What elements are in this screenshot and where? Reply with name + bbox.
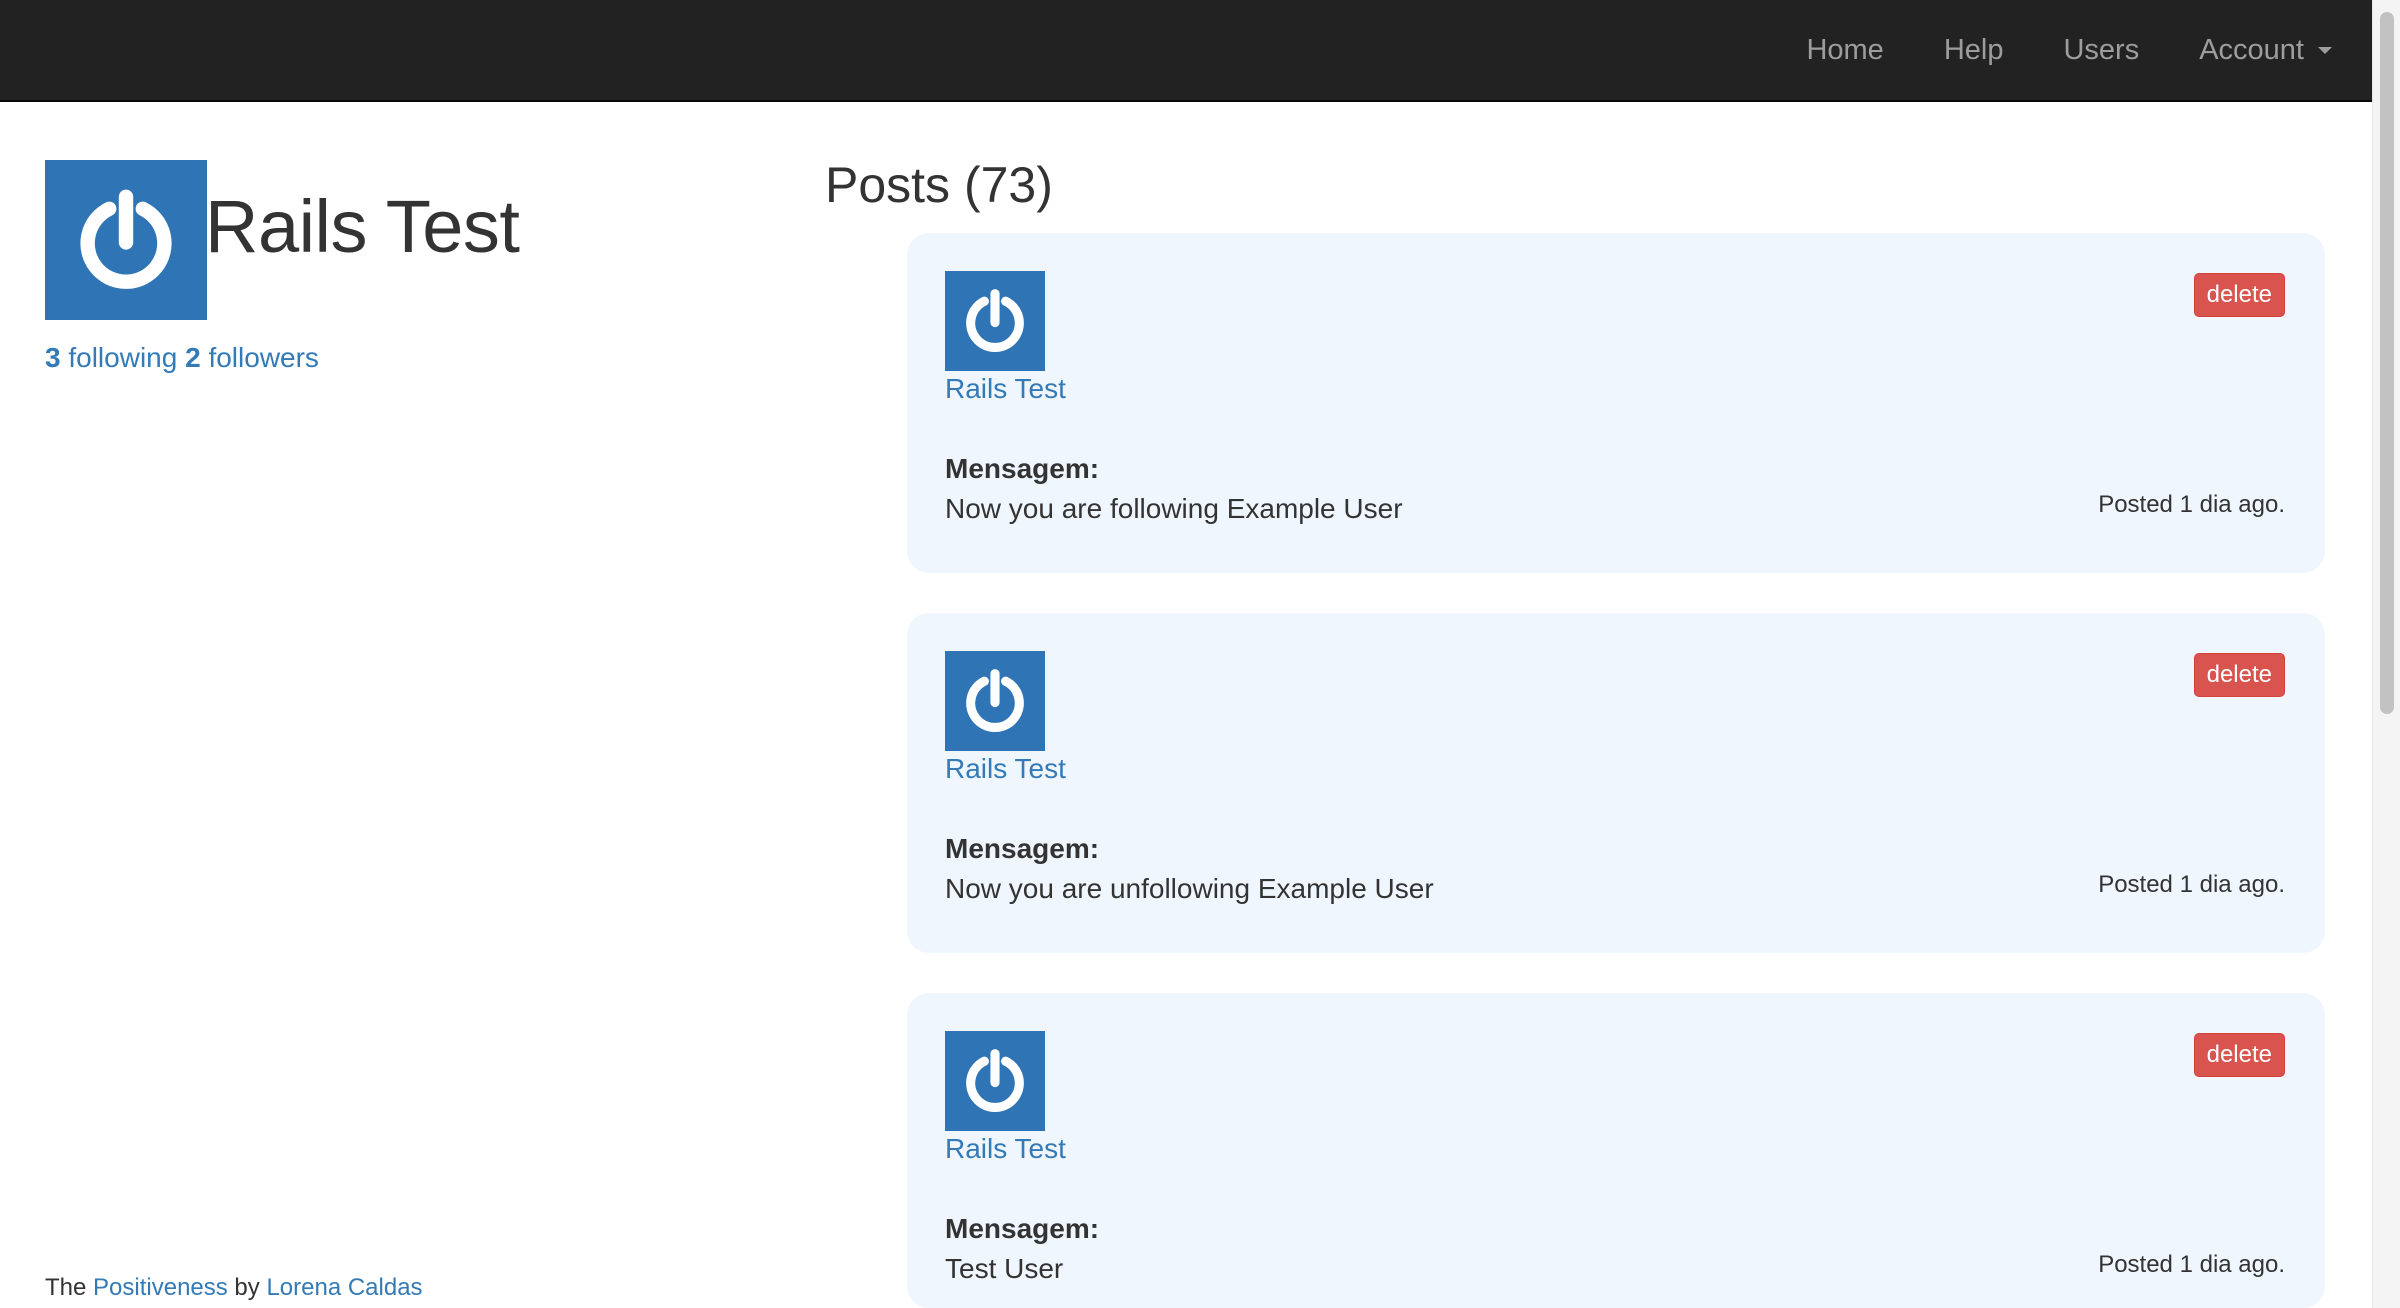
post-timestamp: Posted 1 dia ago. bbox=[2098, 871, 2285, 898]
post-avatar[interactable] bbox=[945, 271, 1045, 371]
followers-count: 2 bbox=[185, 342, 201, 373]
followers-label: followers bbox=[200, 342, 319, 373]
nav-help-link[interactable]: Help bbox=[1944, 34, 2004, 67]
footer-by: by bbox=[227, 1274, 267, 1301]
caret-down-icon bbox=[2318, 46, 2332, 54]
post-avatar[interactable] bbox=[945, 1031, 1045, 1131]
post-message: Now you are unfollowing Example User bbox=[945, 873, 1434, 904]
post-timestamp: Posted 1 dia ago. bbox=[2098, 1251, 2285, 1278]
post-author-link[interactable]: Rails Test bbox=[945, 373, 1066, 405]
post-item: Rails Test delete Mensagem: Now you are … bbox=[907, 613, 2325, 953]
nav-account-dropdown[interactable]: Account bbox=[2199, 34, 2332, 67]
power-icon bbox=[966, 1049, 1024, 1112]
post-message: Now you are following Example User bbox=[945, 493, 1403, 524]
profile-name: Rails Test bbox=[205, 185, 520, 268]
delete-button[interactable]: delete bbox=[2193, 653, 2285, 697]
post-message-label: Mensagem: bbox=[945, 453, 1100, 484]
post-message-label: Mensagem: bbox=[945, 1213, 1100, 1244]
top-navbar: Home Help Users Account bbox=[0, 0, 2372, 102]
following-count: 3 bbox=[45, 342, 61, 373]
post-timestamp: Posted 1 dia ago. bbox=[2098, 491, 2285, 518]
post-item: Rails Test delete Mensagem: Test User Po… bbox=[907, 993, 2325, 1308]
footer-prefix: The bbox=[45, 1274, 94, 1301]
post-avatar[interactable] bbox=[945, 651, 1045, 751]
delete-button[interactable]: delete bbox=[2193, 1033, 2285, 1077]
nav-account-label: Account bbox=[2199, 33, 2304, 66]
post-message-label: Mensagem: bbox=[945, 833, 1100, 864]
post-item: Rails Test delete Mensagem: Now you are … bbox=[907, 233, 2325, 573]
nav-home-link[interactable]: Home bbox=[1806, 34, 1883, 67]
posts-title: Posts (73) bbox=[825, 157, 1053, 213]
post-author-link[interactable]: Rails Test bbox=[945, 753, 1066, 785]
profile-avatar bbox=[45, 160, 207, 320]
scrollbar-thumb[interactable] bbox=[2380, 12, 2394, 714]
following-label: following bbox=[60, 342, 178, 373]
following-link[interactable]: 3 following bbox=[45, 342, 177, 373]
follow-stats: 3 following 2 followers bbox=[45, 342, 319, 374]
followers-link[interactable]: 2 followers bbox=[185, 342, 319, 373]
footer-author-link[interactable]: Lorena Caldas bbox=[266, 1274, 422, 1301]
nav-users-link[interactable]: Users bbox=[2063, 34, 2139, 67]
delete-button[interactable]: delete bbox=[2193, 273, 2285, 317]
post-message: Test User bbox=[945, 1253, 1064, 1284]
page-scrollbar[interactable] bbox=[2372, 0, 2400, 1308]
nav-links: Home Help Users Account bbox=[1746, 0, 2332, 100]
power-icon bbox=[966, 289, 1024, 352]
post-author-link[interactable]: Rails Test bbox=[945, 1133, 1066, 1165]
footer-app-link[interactable]: Positiveness bbox=[93, 1274, 228, 1301]
power-icon bbox=[80, 189, 172, 289]
power-icon bbox=[966, 669, 1024, 732]
footer: The Positiveness by Lorena Caldas bbox=[45, 1274, 423, 1302]
